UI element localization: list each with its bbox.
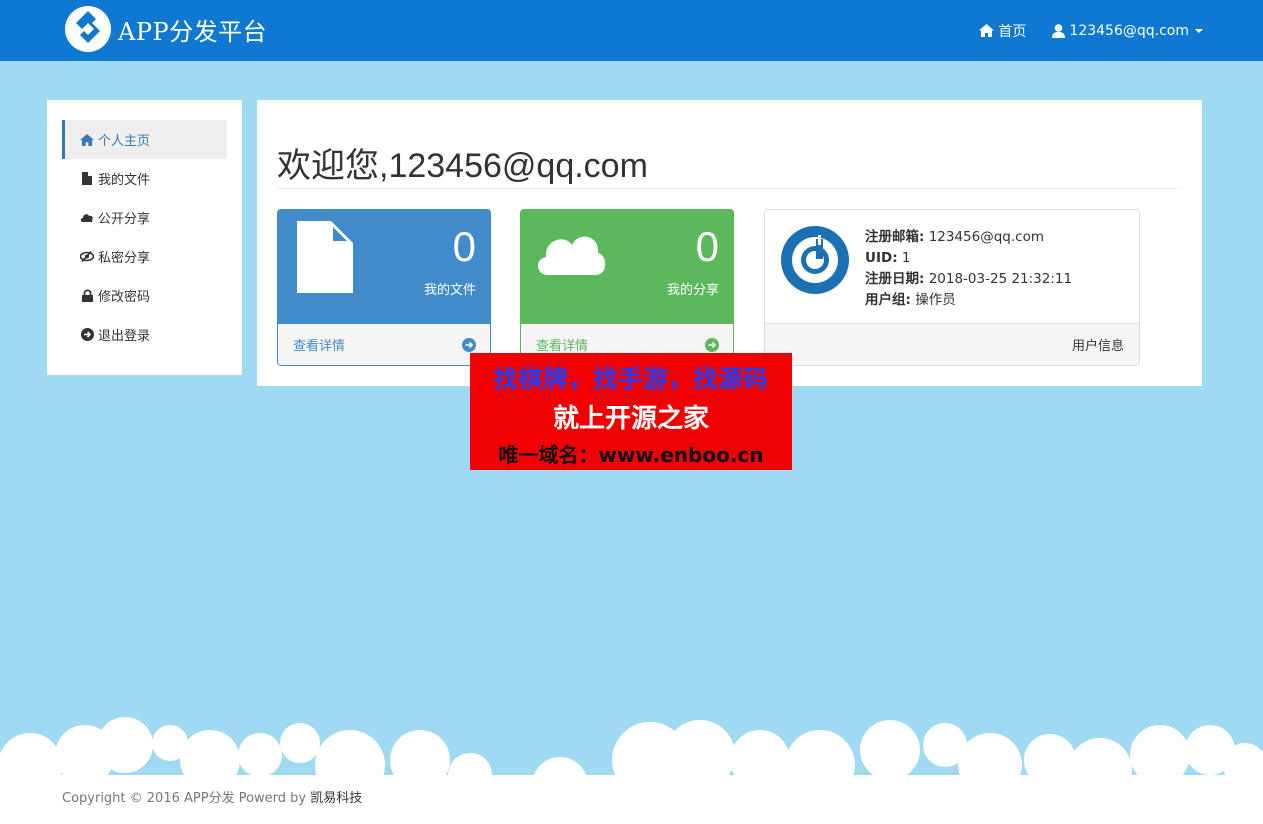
user-menu-label: 123456@qq.com [1069, 22, 1189, 39]
nav-home-label: 首页 [998, 23, 1027, 40]
arrow-circle-right-icon [462, 337, 476, 352]
sidebar-item-label: 退出登录 [98, 329, 151, 344]
sidebar: 个人主页 我的文件 公开分享 私密分享 修改密码 退出登录 [47, 100, 242, 375]
copyright-text: Copyright © 2016 APP分发 Powerd by [62, 791, 311, 806]
sidebar-item-label: 修改密码 [98, 290, 151, 305]
files-count: 0 [452, 223, 476, 270]
my-shares-card: 0 我的分享 查看详情 [520, 209, 734, 366]
ad-line-3: 唯一域名：www.enboo.cn [498, 443, 764, 467]
page-title: 欢迎您,123456@qq.com [277, 147, 648, 185]
sidebar-item-label: 私密分享 [98, 251, 151, 266]
brand-logo-icon [65, 6, 111, 52]
clouds-decoration [0, 717, 1263, 824]
brand-title: APP分发平台 [118, 17, 268, 46]
ad-line-1: 找棋牌，找手游，找源码 [493, 365, 769, 393]
user-icon [1052, 23, 1066, 38]
chevron-down-icon [1195, 28, 1203, 33]
cloud-icon [537, 236, 606, 275]
details-link-label: 查看详情 [536, 339, 589, 354]
title-divider [277, 188, 1182, 189]
date-label: 注册日期: [865, 271, 925, 287]
uid-label: UID: [865, 250, 898, 266]
home-icon [979, 24, 995, 37]
email-value: 123456@qq.com [928, 229, 1045, 245]
company-link[interactable]: 凯易科技 [310, 791, 362, 806]
user-info-card: 注册邮箱: 123456@qq.com UID: 1 注册日期: 2018-03… [764, 209, 1140, 366]
ad-line-2: 就上开源之家 [552, 404, 709, 434]
user-date-row: 注册日期: 2018-03-25 21:32:11 [865, 269, 1072, 290]
shares-label: 我的分享 [666, 283, 719, 298]
my-files-card: 0 我的文件 查看详情 [277, 209, 491, 366]
sidebar-item-home[interactable]: 个人主页 [62, 120, 227, 159]
home-icon [80, 133, 94, 147]
sidebar-item-label: 公开分享 [98, 212, 151, 227]
group-value: 操作员 [915, 292, 956, 308]
email-label: 注册邮箱: [865, 229, 925, 245]
user-details: 注册邮箱: 123456@qq.com UID: 1 注册日期: 2018-03… [865, 227, 1072, 311]
group-label: 用户组: [865, 292, 911, 308]
files-details-link[interactable]: 查看详情 [277, 324, 491, 366]
sidebar-item-my-files[interactable]: 我的文件 [62, 159, 227, 198]
user-email-row: 注册邮箱: 123456@qq.com [865, 227, 1072, 248]
sidebar-item-private-share[interactable]: 私密分享 [62, 237, 227, 276]
cloud-icon [80, 211, 94, 225]
shares-count: 0 [695, 223, 719, 270]
uid-value: 1 [901, 250, 911, 266]
arrow-circle-right-icon [705, 337, 719, 352]
sidebar-item-logout[interactable]: 退出登录 [62, 315, 227, 354]
date-value: 2018-03-25 21:32:11 [928, 271, 1073, 287]
user-info-footer: 用户信息 [765, 323, 1139, 365]
user-menu-dropdown[interactable]: 123456@qq.com [1052, 23, 1203, 39]
file-icon [297, 221, 353, 293]
file-icon [80, 172, 94, 186]
avatar [781, 226, 849, 294]
sidebar-item-public-share[interactable]: 公开分享 [62, 198, 227, 237]
top-navbar: APP分发平台 首页 123456@qq.com [0, 0, 1263, 61]
brand[interactable]: APP分发平台 [64, 5, 267, 53]
main-panel: 欢迎您,123456@qq.com 0 我的文件 查看详情 0 我的分享 查看详… [257, 100, 1202, 386]
sidebar-item-label: 个人主页 [98, 134, 151, 149]
lock-icon [80, 289, 94, 303]
eye-slash-icon [80, 250, 94, 264]
logout-icon [80, 328, 94, 342]
sidebar-item-change-password[interactable]: 修改密码 [62, 276, 227, 315]
page-footer: Copyright © 2016 APP分发 Powerd by 凯易科技 [62, 787, 362, 806]
user-group-row: 用户组: 操作员 [865, 290, 1072, 311]
ad-banner[interactable]: 找棋牌，找手游，找源码 就上开源之家 唯一域名：www.enboo.cn [470, 353, 792, 470]
user-info-footer-label: 用户信息 [1071, 339, 1124, 354]
nav-home-link[interactable]: 首页 [979, 21, 1026, 41]
files-label: 我的文件 [423, 283, 476, 298]
details-link-label: 查看详情 [293, 339, 346, 354]
user-uid-row: UID: 1 [865, 248, 1072, 269]
sidebar-item-label: 我的文件 [98, 173, 151, 188]
